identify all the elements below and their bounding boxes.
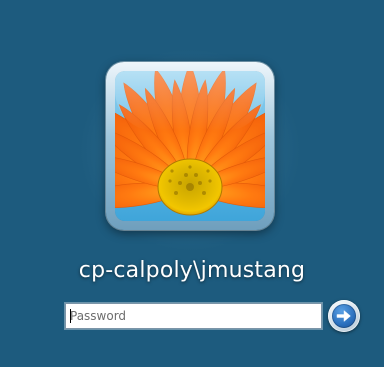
password-input[interactable] [66,304,321,328]
flower-image [115,71,265,221]
user-tile-picture [115,71,265,221]
username-label: cp-calpoly\jmustang [78,258,306,283]
arrow-right-icon [332,304,356,328]
user-tile[interactable] [106,62,274,230]
text-caret [70,309,71,323]
password-field-frame[interactable] [65,303,322,329]
submit-arrow-button[interactable] [328,300,360,332]
logon-screen: cp-calpoly\jmustang [0,0,384,367]
